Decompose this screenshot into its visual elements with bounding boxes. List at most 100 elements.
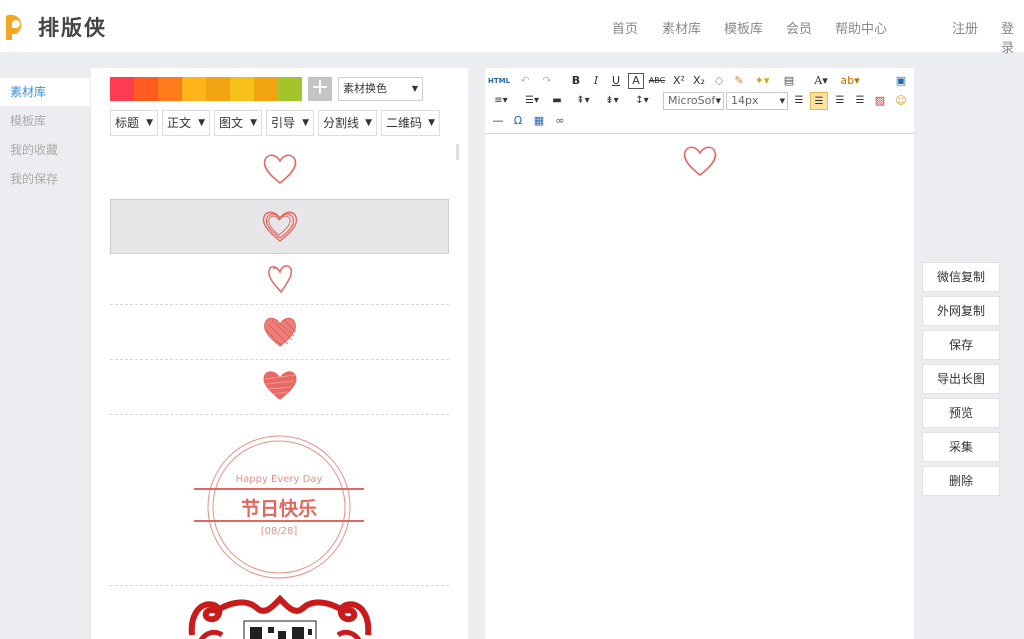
rich-text-editor: HTML ↶ ↷ B I U A ABC X² X₂ ◇ ✎ ✦▾ ▤ A▾ a… <box>485 68 914 639</box>
bold-icon[interactable]: B <box>568 72 584 90</box>
html-source-button[interactable]: HTML <box>488 72 510 90</box>
category-divider[interactable]: 分割线 ▼ <box>318 110 377 136</box>
wechat-copy-button[interactable]: 微信复制 <box>922 262 1000 292</box>
heart-scribble-icon <box>262 211 298 242</box>
color-swatch-6[interactable] <box>230 77 254 101</box>
font-size-select[interactable]: 14px ▼ <box>726 92 788 110</box>
add-color-button[interactable]: + <box>308 77 332 101</box>
festival-date-text: [08/28] <box>260 526 298 537</box>
save-button[interactable]: 保存 <box>922 330 1000 360</box>
category-label: 标题 <box>115 116 140 130</box>
preview-screen-icon[interactable]: ▣ <box>893 72 909 90</box>
material-heart-sketch[interactable] <box>110 255 449 305</box>
align-right-icon[interactable]: ☰ <box>832 92 848 110</box>
superscript-icon[interactable]: X² <box>671 72 687 90</box>
left-sidebar: 素材库 模板库 我的收藏 我的保存 <box>0 68 90 639</box>
font-border-icon[interactable]: A <box>628 73 644 89</box>
chevron-down-icon: ▼ <box>302 118 309 128</box>
nav-login[interactable]: 登录 <box>1001 18 1024 56</box>
heart-crayon-icon <box>263 371 297 400</box>
horizontal-rule-icon[interactable]: — <box>490 112 506 130</box>
app-logo-text[interactable]: 排版侠 <box>38 12 107 42</box>
external-copy-button[interactable]: 外网复制 <box>922 296 1000 326</box>
font-size-value: 14px <box>731 94 759 107</box>
nav-materials[interactable]: 素材库 <box>662 18 701 37</box>
category-qrcode[interactable]: 二维码 ▼ <box>381 110 440 136</box>
category-body[interactable]: 正文 ▼ <box>162 110 210 136</box>
category-guide[interactable]: 引导 ▼ <box>266 110 314 136</box>
sidebar-item-materials[interactable]: 素材库 <box>0 78 90 106</box>
category-image-text[interactable]: 图文 ▼ <box>214 110 262 136</box>
subscript-icon[interactable]: X₂ <box>691 72 707 90</box>
undo-icon[interactable]: ↶ <box>517 72 533 90</box>
block-quote-icon[interactable]: ▬ <box>549 92 565 110</box>
magic-wand-icon[interactable]: ✦▾ <box>751 72 773 90</box>
heart-outline-icon <box>263 154 297 185</box>
row-spacing-top-icon[interactable]: ⇞▾ <box>571 92 595 110</box>
color-swatch-5[interactable] <box>206 77 230 101</box>
align-justify-icon[interactable]: ☰ <box>852 92 868 110</box>
chevron-down-icon: ▼ <box>715 97 721 105</box>
color-swatch-8[interactable] <box>278 77 302 101</box>
export-long-image-button[interactable]: 导出长图 <box>922 364 1000 394</box>
color-swatch-3[interactable] <box>158 77 182 101</box>
color-palette <box>110 77 302 101</box>
sidebar-item-saved[interactable]: 我的保存 <box>0 165 90 193</box>
insert-image-icon[interactable]: ▨ <box>872 92 888 110</box>
align-left-icon[interactable]: ☰ <box>791 92 807 110</box>
festival-english-text: Happy Every Day <box>235 474 323 485</box>
category-title[interactable]: 标题 ▼ <box>110 110 158 136</box>
unordered-list-icon[interactable]: ☰▾ <box>519 92 545 110</box>
paste-text-icon[interactable]: ▤ <box>781 72 797 90</box>
align-center-icon[interactable]: ☰ <box>810 92 828 110</box>
font-color-icon[interactable]: A▾ <box>809 72 833 90</box>
color-swatch-1[interactable] <box>110 77 134 101</box>
material-heart-scribble[interactable] <box>110 199 449 254</box>
category-label: 正文 <box>167 116 192 130</box>
material-heart-crayon[interactable] <box>110 361 449 415</box>
festival-chinese-title: 节日快乐 <box>240 498 317 520</box>
collect-button[interactable]: 采集 <box>922 432 1000 462</box>
sidebar-item-templates[interactable]: 模板库 <box>0 107 90 135</box>
delete-button[interactable]: 删除 <box>922 466 1000 496</box>
heart-hatched-icon <box>264 317 297 347</box>
emoji-icon[interactable]: ☺ <box>893 92 909 110</box>
editor-heart-icon[interactable] <box>682 144 718 178</box>
material-qrcode-frame[interactable] <box>110 587 449 639</box>
editor-toolbar: HTML ↶ ↷ B I U A ABC X² X₂ ◇ ✎ ✦▾ ▤ A▾ a… <box>485 68 914 134</box>
redo-icon[interactable]: ↷ <box>539 72 555 90</box>
insert-table-icon[interactable]: ▦ <box>531 112 547 130</box>
material-heart-hatched[interactable] <box>110 306 449 360</box>
recolor-select[interactable]: 素材换色 ▼ <box>338 77 423 101</box>
color-swatch-4[interactable] <box>182 77 206 101</box>
nav-home[interactable]: 首页 <box>612 18 638 37</box>
font-family-select[interactable]: MicroSof ▼ <box>663 92 724 110</box>
nav-member[interactable]: 会员 <box>786 18 812 37</box>
line-height-icon[interactable]: ↕▾ <box>629 92 655 110</box>
ordered-list-icon[interactable]: ≡▾ <box>488 92 514 110</box>
chevron-down-icon: ▼ <box>146 118 153 128</box>
material-festival-badge[interactable]: Happy Every Day 节日快乐 [08/28] <box>110 416 449 586</box>
underline-icon[interactable]: U <box>608 72 624 90</box>
row-spacing-bottom-icon[interactable]: ⇟▾ <box>600 92 624 110</box>
highlight-color-icon[interactable]: ab▾ <box>837 72 863 90</box>
eraser-icon[interactable]: ◇ <box>711 72 727 90</box>
chevron-down-icon: ▼ <box>250 118 257 128</box>
material-heart-outline[interactable] <box>110 144 449 198</box>
preview-button[interactable]: 预览 <box>922 398 1000 428</box>
strikethrough-icon[interactable]: ABC <box>648 72 666 90</box>
logo-icon <box>6 14 22 40</box>
chevron-down-icon: ▼ <box>411 84 418 93</box>
panel-scrollbar[interactable] <box>456 144 459 160</box>
italic-icon[interactable]: I <box>588 72 604 90</box>
nav-register[interactable]: 注册 <box>952 18 978 37</box>
nav-help[interactable]: 帮助中心 <box>835 18 887 37</box>
format-brush-icon[interactable]: ✎ <box>731 72 747 90</box>
nav-templates[interactable]: 模板库 <box>724 18 763 37</box>
color-swatch-2[interactable] <box>134 77 158 101</box>
sidebar-item-favorites[interactable]: 我的收藏 <box>0 136 90 164</box>
color-swatch-7[interactable] <box>254 77 278 101</box>
recolor-label: 素材换色 <box>343 82 387 95</box>
link-icon[interactable]: ∞ <box>552 112 568 130</box>
special-char-icon[interactable]: Ω <box>510 112 526 130</box>
